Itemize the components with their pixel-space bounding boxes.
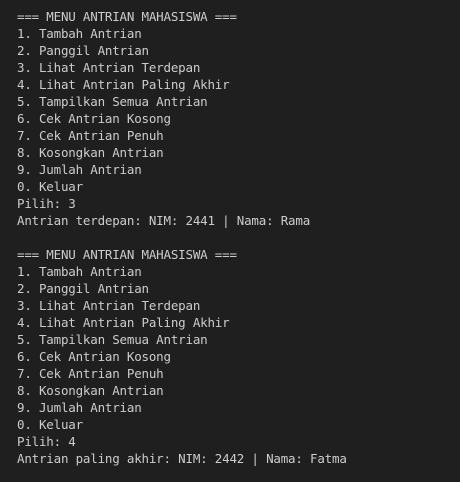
menu-item: 7. Cek Antrian Penuh: [17, 128, 164, 143]
result-line: Antrian paling akhir: NIM: 2442 | Nama: …: [17, 451, 347, 466]
menu-item: 4. Lihat Antrian Paling Akhir: [17, 315, 230, 330]
menu-item: 8. Kosongkan Antrian: [17, 145, 164, 160]
result-line: Antrian terdepan: NIM: 2441 | Nama: Rama: [17, 213, 311, 228]
menu-header: === MENU ANTRIAN MAHASISWA ===: [17, 9, 237, 24]
menu-item: 1. Tambah Antrian: [17, 26, 142, 41]
terminal-output: === MENU ANTRIAN MAHASISWA === 1. Tambah…: [0, 0, 460, 482]
input-prompt: Pilih: 4: [17, 434, 76, 449]
menu-item: 4. Lihat Antrian Paling Akhir: [17, 77, 230, 92]
menu-item: 9. Jumlah Antrian: [17, 400, 142, 415]
input-prompt: Pilih: 3: [17, 196, 76, 211]
menu-item: 3. Lihat Antrian Terdepan: [17, 60, 201, 75]
menu-item: 0. Keluar: [17, 179, 83, 194]
menu-item: 7. Cek Antrian Penuh: [17, 366, 164, 381]
menu-block: === MENU ANTRIAN MAHASISWA === 1. Tambah…: [17, 246, 460, 467]
menu-item: 2. Panggil Antrian: [17, 281, 149, 296]
menu-item: 8. Kosongkan Antrian: [17, 383, 164, 398]
menu-block: === MENU ANTRIAN MAHASISWA === 1. Tambah…: [17, 8, 460, 229]
menu-item: 6. Cek Antrian Kosong: [17, 111, 171, 126]
menu-header: === MENU ANTRIAN MAHASISWA ===: [17, 247, 237, 262]
menu-item: 5. Tampilkan Semua Antrian: [17, 332, 208, 347]
menu-item: 2. Panggil Antrian: [17, 43, 149, 58]
menu-item: 1. Tambah Antrian: [17, 264, 142, 279]
menu-item: 6. Cek Antrian Kosong: [17, 349, 171, 364]
menu-item: 5. Tampilkan Semua Antrian: [17, 94, 208, 109]
menu-item: 3. Lihat Antrian Terdepan: [17, 298, 201, 313]
menu-item: 0. Keluar: [17, 417, 83, 432]
menu-item: 9. Jumlah Antrian: [17, 162, 142, 177]
